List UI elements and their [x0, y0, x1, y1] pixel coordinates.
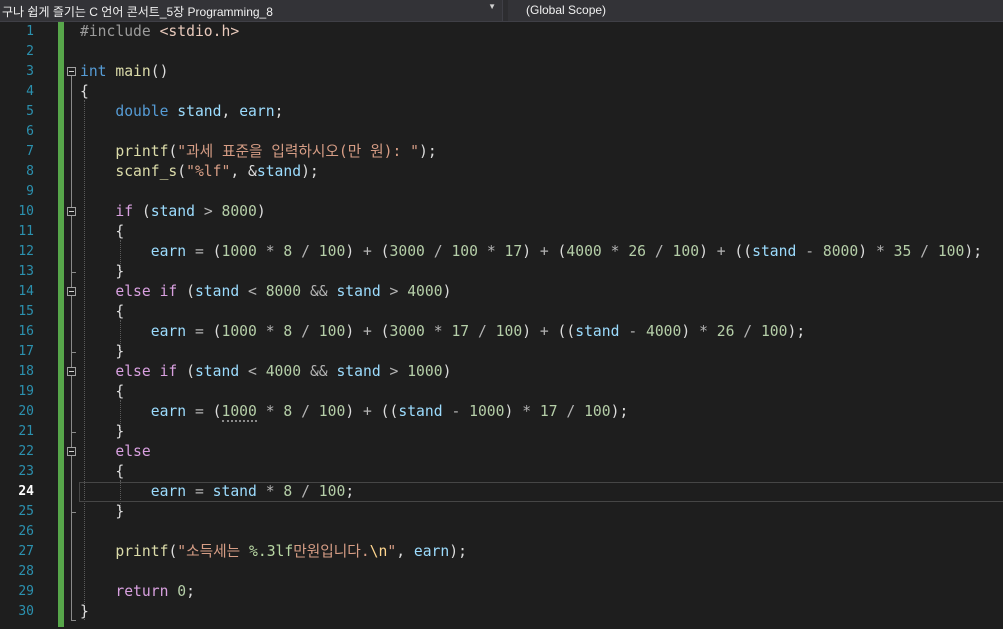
outline-end-marker: [71, 272, 76, 273]
code-line: return 0;: [115, 583, 195, 600]
line-number: 9: [26, 184, 34, 199]
line-number: 28: [18, 564, 34, 579]
line-number: 16: [18, 324, 34, 339]
code-line: if (stand > 8000): [115, 203, 266, 220]
line-number: 8: [26, 164, 34, 179]
line-number-current: 24: [18, 484, 34, 499]
line-number: 10: [18, 204, 34, 219]
code-line: int main(): [80, 63, 169, 80]
line-number: 5: [26, 104, 34, 119]
change-indicator-bar: [58, 22, 64, 627]
collapse-icon[interactable]: [67, 207, 76, 216]
collapse-icon[interactable]: [67, 67, 76, 76]
code-line: else if (stand < 8000 && stand > 4000): [115, 283, 452, 300]
code-line: double stand, earn;: [115, 103, 284, 120]
warning-squiggle: 1000: [221, 403, 257, 422]
collapse-icon[interactable]: [67, 447, 76, 456]
code-line: earn = (1000 * 8 / 100) + (3000 / 100 * …: [150, 243, 983, 260]
code-line: }: [80, 603, 89, 620]
line-number: 29: [18, 584, 34, 599]
outline-end-marker: [71, 620, 76, 621]
code-line: {: [80, 223, 125, 240]
outline-end-marker: [71, 352, 76, 353]
line-number: 25: [18, 504, 34, 519]
line-number: 3: [26, 64, 34, 79]
line-number: 12: [18, 244, 34, 259]
line-number: 21: [18, 424, 34, 439]
line-number: 26: [18, 524, 34, 539]
collapse-icon[interactable]: [67, 367, 76, 376]
scope-dropdown[interactable]: (Global Scope): [508, 0, 1003, 21]
line-number: 30: [18, 604, 34, 619]
code-line: printf("소득세는 %.3lf만원입니다.\n", earn);: [115, 543, 467, 560]
line-number: 6: [26, 124, 34, 139]
outline-end-marker: [71, 512, 76, 513]
collapse-icon[interactable]: [67, 287, 76, 296]
navigation-bar: 구나 쉽게 즐기는 C 언어 콘서트_5장 Programming_8 ▼ (G…: [0, 0, 1003, 22]
code-line: }: [80, 343, 125, 360]
project-dropdown[interactable]: 구나 쉽게 즐기는 C 언어 콘서트_5장 Programming_8 ▼: [0, 0, 503, 21]
line-number: 14: [18, 284, 34, 299]
code-line: else: [115, 443, 151, 460]
line-number: 1: [26, 24, 34, 39]
code-line: printf("과세 표준을 입력하시오(만 원): ");: [115, 143, 437, 160]
code-line: {: [80, 83, 89, 100]
code-line: {: [80, 303, 125, 320]
code-line: earn = (1000 * 8 / 100) + (3000 * 17 / 1…: [150, 323, 806, 340]
scope-dropdown-label: (Global Scope): [526, 3, 607, 17]
outline-line: [71, 76, 72, 620]
line-number: 18: [18, 364, 34, 379]
code-line: }: [80, 263, 125, 280]
line-number: 15: [18, 304, 34, 319]
line-number: 22: [18, 444, 34, 459]
line-number: 23: [18, 464, 34, 479]
line-number: 17: [18, 344, 34, 359]
line-number: 4: [26, 84, 34, 99]
code-line-current: earn = stand * 8 / 100;: [150, 483, 355, 500]
code-editor[interactable]: 1 2 3 4 5 6 7 8 9 10 11 12 13 14 15 16 1…: [0, 22, 1003, 629]
code-line: #include <stdio.h>: [80, 23, 240, 40]
line-number: 27: [18, 544, 34, 559]
line-number: 13: [18, 264, 34, 279]
code-line: {: [80, 383, 125, 400]
code-line: scanf_s("%lf", &stand);: [115, 163, 319, 180]
line-number-gutter: 1 2 3 4 5 6 7 8 9 10 11 12 13 14 15 16 1…: [0, 22, 36, 629]
line-number: 7: [26, 144, 34, 159]
code-line: earn = (1000 * 8 / 100) + ((stand - 1000…: [150, 403, 629, 422]
project-dropdown-label: 구나 쉽게 즐기는 C 언어 콘서트_5장 Programming_8: [2, 5, 273, 19]
chevron-down-icon[interactable]: ▼: [488, 2, 496, 11]
code-line: else if (stand < 4000 && stand > 1000): [115, 363, 452, 380]
code-line: }: [80, 423, 125, 440]
line-number: 19: [18, 384, 34, 399]
outline-end-marker: [71, 432, 76, 433]
line-number: 20: [18, 404, 34, 419]
code-line: }: [80, 503, 125, 520]
line-number: 11: [18, 224, 34, 239]
code-area[interactable]: #include <stdio.h> int main() { double s…: [80, 22, 1003, 629]
code-line: {: [80, 463, 125, 480]
line-number: 2: [26, 44, 34, 59]
